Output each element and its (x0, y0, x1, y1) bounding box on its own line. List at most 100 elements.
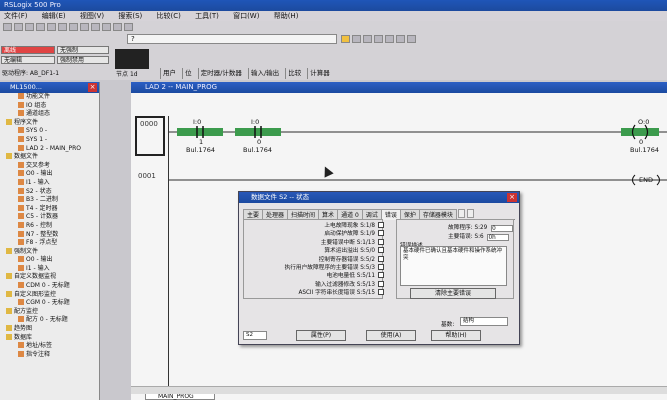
apply-button[interactable]: 使用(A) (366, 330, 416, 341)
tree-item[interactable]: 配方 0 - 无标题 (0, 316, 99, 325)
tab-calculator[interactable]: 计算器 (307, 68, 330, 79)
menu-edit[interactable]: 编辑(E) (42, 12, 66, 20)
sun-icon[interactable] (341, 35, 350, 43)
contact-1-address: I:0 (251, 118, 260, 126)
close-icon[interactable]: × (507, 193, 517, 202)
tree-item[interactable]: CDM 0 - 无标题 (0, 282, 99, 291)
program-icon[interactable] (363, 35, 372, 43)
menu-file[interactable]: 文件(F) (4, 12, 28, 20)
fault-checkbox[interactable] (378, 247, 384, 254)
tree-item[interactable]: C5 - 计数器 (0, 213, 99, 222)
copy-icon[interactable] (58, 23, 67, 31)
download-icon[interactable] (374, 35, 383, 43)
save-icon[interactable] (25, 23, 34, 31)
radix-select[interactable]: 结构 (460, 317, 508, 326)
undo-icon[interactable] (80, 23, 89, 31)
tree-item[interactable]: R6 - 控制 (0, 221, 99, 231)
fault-checkbox-row: 上电故障现象 S:1/8 (244, 222, 384, 230)
contact-1-tag: Bul.1764 (243, 146, 272, 154)
tree-item[interactable]: N7 - 整型数 (0, 230, 99, 240)
tab-bit[interactable]: 位 (182, 68, 192, 79)
ladder-horizontal-scrollbar[interactable] (131, 386, 667, 394)
tree-item[interactable]: 数据文件 (0, 153, 99, 162)
tree-item[interactable]: 自定义数据监视 (0, 273, 99, 282)
tree-item[interactable]: 程序文件 (0, 118, 99, 128)
address-field[interactable]: S2 (243, 331, 267, 340)
fault-checkbox[interactable] (378, 264, 384, 270)
tree-item[interactable]: 功能文件 (0, 93, 99, 102)
forward-arrow-icon[interactable] (407, 35, 416, 43)
tab-scroll-left-icon[interactable] (457, 209, 465, 218)
tree-item[interactable]: 强制文件 (0, 247, 99, 257)
tab-user[interactable]: 用户 (160, 68, 176, 79)
tree-item-label: 数据文件 (14, 153, 39, 161)
tab-compare[interactable]: 比较 (285, 68, 301, 79)
tree-item[interactable]: 趋势图 (0, 325, 99, 334)
zoom-icon[interactable] (124, 23, 133, 31)
close-icon[interactable]: × (88, 83, 97, 92)
coil-tag: Bul.1764 (630, 146, 659, 154)
menu-window[interactable]: 窗口(W) (233, 12, 259, 20)
contact-0-tag: Bul.1764 (186, 146, 215, 154)
run-icon[interactable] (352, 35, 361, 43)
properties-button[interactable]: 属性(P) (296, 330, 346, 341)
tree-item[interactable]: S2 - 状态 (0, 187, 99, 197)
verify-icon[interactable] (113, 23, 122, 31)
tree-item[interactable]: 数据库 (0, 333, 99, 343)
fault-checkbox-row: 算术运出溢出 S:5/0 (244, 247, 384, 255)
tree-item[interactable]: CGM 0 - 无标题 (0, 299, 99, 308)
fault-checkbox[interactable] (378, 230, 384, 237)
menu-help[interactable]: 帮助(H) (274, 12, 299, 20)
file-icon (18, 213, 24, 220)
edits-indicator: 无编辑 (1, 56, 55, 64)
mode-indicator[interactable]: 离线 (1, 46, 55, 54)
clear-major-error-button[interactable]: 清除主要错误 (410, 288, 496, 299)
tree-item[interactable]: 指令注释 (0, 350, 99, 360)
tree-item[interactable]: LAD 2 - MAIN_PRO (0, 144, 99, 154)
tree-item[interactable]: F8 - 浮点型 (0, 239, 99, 248)
tree-item[interactable]: 自定义图形监控 (0, 290, 99, 300)
tree-item[interactable]: I1 - 输入 (0, 178, 99, 188)
tree-item[interactable]: 地址/标签 (0, 342, 99, 351)
fault-checkbox-row: ASCII 字符串长度错误 S:5/15 (244, 289, 384, 297)
tab-io[interactable]: 输入/输出 (247, 68, 279, 79)
fault-checkbox[interactable] (378, 289, 384, 296)
upload-icon[interactable] (385, 35, 394, 43)
tree-item[interactable]: IO 组态 (0, 101, 99, 111)
tree-item[interactable]: SYS 1 - (0, 135, 99, 145)
back-arrow-icon[interactable] (396, 35, 405, 43)
tree-item-label: 自定义数据监视 (14, 273, 57, 281)
folder-icon (6, 273, 12, 280)
redo-icon[interactable] (91, 23, 100, 31)
fault-checkbox[interactable] (378, 222, 384, 228)
fault-label: 启动保护故障 S:1/9 (324, 231, 375, 238)
menu-compare[interactable]: 比较(C) (157, 12, 181, 20)
fault-checkbox[interactable] (378, 272, 384, 279)
new-icon[interactable] (3, 23, 12, 31)
tree-item[interactable]: 通道组态 (0, 110, 99, 119)
fault-label: 电池电量低 S:5/11 (326, 273, 375, 280)
open-icon[interactable] (14, 23, 23, 31)
paste-icon[interactable] (69, 23, 78, 31)
file-icon (18, 204, 24, 211)
tree-item[interactable]: O0 - 输出 (0, 170, 99, 179)
menu-tools[interactable]: 工具(T) (195, 12, 219, 20)
menu-view[interactable]: 视图(V) (80, 12, 104, 20)
tree-item[interactable]: O0 - 输出 (0, 256, 99, 265)
fault-label: 上电故障现象 S:1/8 (324, 223, 375, 229)
cut-icon[interactable] (47, 23, 56, 31)
fault-checkbox[interactable] (378, 280, 384, 287)
tab-timer-counter[interactable]: 定时器/计数器 (197, 68, 242, 79)
find-icon[interactable] (102, 23, 111, 31)
print-icon[interactable] (36, 23, 45, 31)
file-icon (18, 264, 24, 271)
tree-item[interactable]: SYS 0 - (0, 127, 99, 136)
help-button[interactable]: 帮助(H) (431, 330, 481, 341)
major-error-field[interactable]: 0h (487, 234, 510, 241)
toolbar-combo[interactable]: ? (127, 34, 337, 44)
menu-search[interactable]: 搜索(S) (118, 12, 142, 20)
fault-checkbox[interactable] (378, 255, 384, 262)
fault-checkbox[interactable] (378, 238, 384, 245)
tab-scroll-right-icon[interactable] (466, 209, 474, 218)
tree-item[interactable]: B3 - 二进制 (0, 196, 99, 205)
